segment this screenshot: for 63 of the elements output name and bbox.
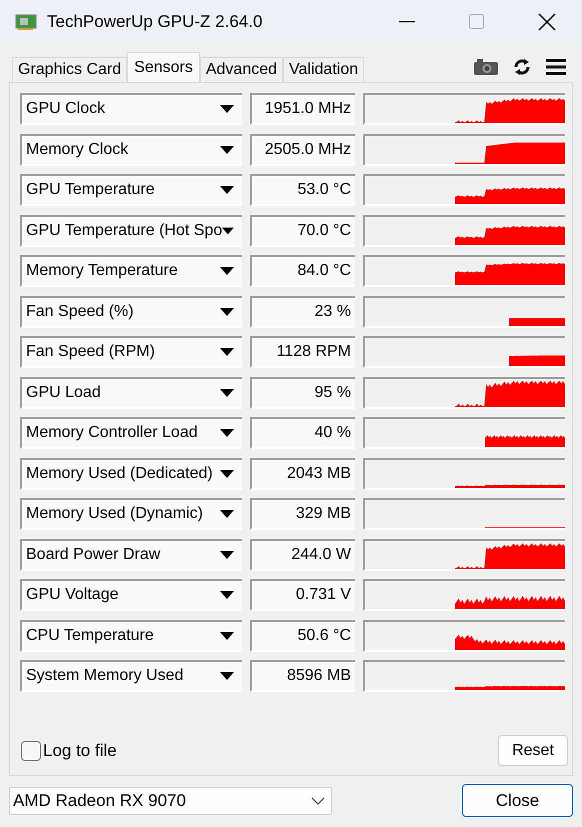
tab[interactable]: Validation [283,57,364,82]
sensor-value: 0.731 V [250,579,355,611]
sensor-select[interactable]: GPU Temperature (Hot Spo [20,214,242,246]
sensor-value: 329 MB [250,498,355,530]
sensor-value: 70.0 °C [250,214,355,246]
tab[interactable]: Sensors [127,52,200,82]
dropdown-arrow-icon [220,591,234,599]
sensor-select[interactable]: CPU Temperature [20,620,242,652]
sensor-select[interactable]: GPU Clock [20,93,242,125]
dropdown-arrow-icon [220,146,234,154]
dropdown-arrow-icon [220,550,234,558]
device-dropdown[interactable]: AMD Radeon RX 9070 [9,786,332,814]
sensor-value: 1128 RPM [250,336,355,368]
tab[interactable]: Advanced [200,57,284,82]
dropdown-arrow-icon [220,470,234,478]
close-icon [538,13,556,31]
window-title: TechPowerUp GPU-Z 2.64.0 [47,11,262,34]
sensor-select[interactable]: Fan Speed (%) [20,296,242,328]
sensor-value: 84.0 °C [250,255,355,287]
dropdown-arrow-icon [220,348,234,356]
sensor-value: 2043 MB [250,458,355,490]
sensor-select[interactable]: GPU Temperature [20,174,242,206]
dropdown-arrow-icon [222,226,234,234]
refresh-icon[interactable] [512,58,532,76]
graphics-card-icon [15,13,37,31]
minimize-icon [399,21,415,23]
dropdown-arrow-icon [220,267,234,275]
sensor-select[interactable]: Memory Controller Load [20,417,242,449]
dropdown-arrow-icon [220,388,234,396]
dropdown-arrow-icon [220,186,234,194]
sensor-select[interactable]: Memory Used (Dynamic) [20,498,242,530]
sensor-value: 23 % [250,296,355,328]
sensor-select[interactable]: Memory Clock [20,134,242,166]
sensor-select[interactable]: Board Power Draw [20,538,242,570]
log-checkbox[interactable] [21,740,41,760]
sensor-value: 95 % [250,376,355,408]
checkbox-label: Log to file [43,740,117,762]
dropdown-arrow-icon [220,105,234,113]
close-button[interactable]: Close [462,784,573,817]
sensor-select[interactable]: GPU Voltage [20,579,242,611]
menu-icon[interactable] [546,59,566,75]
dropdown-arrow-icon [220,510,234,518]
tab[interactable]: Graphics Card [12,57,128,82]
sensor-select[interactable]: GPU Load [20,376,242,408]
dropdown-arrow-icon [220,308,234,316]
sensor-select[interactable]: System Memory Used [20,660,242,692]
sensor-value: 40 % [250,417,355,449]
reset-button[interactable]: Reset [498,735,568,766]
maximize-icon [469,14,485,30]
dropdown-arrow-icon [220,632,234,640]
sensor-value: 50.6 °C [250,620,355,652]
sensor-value: 1951.0 MHz [250,93,355,125]
chevron-down-icon [311,796,325,804]
sensor-select[interactable]: Fan Speed (RPM) [20,336,242,368]
sensor-value: 8596 MB [250,660,355,692]
sensor-select[interactable]: Memory Used (Dedicated) [20,458,242,490]
sensor-value: 53.0 °C [250,174,355,206]
sensor-value: 244.0 W [250,538,355,570]
dropdown-arrow-icon [220,429,234,437]
sensor-select[interactable]: Memory Temperature [20,255,242,287]
sensor-value: 2505.0 MHz [250,134,355,166]
dropdown-arrow-icon [220,672,234,680]
camera-icon[interactable] [474,59,498,75]
